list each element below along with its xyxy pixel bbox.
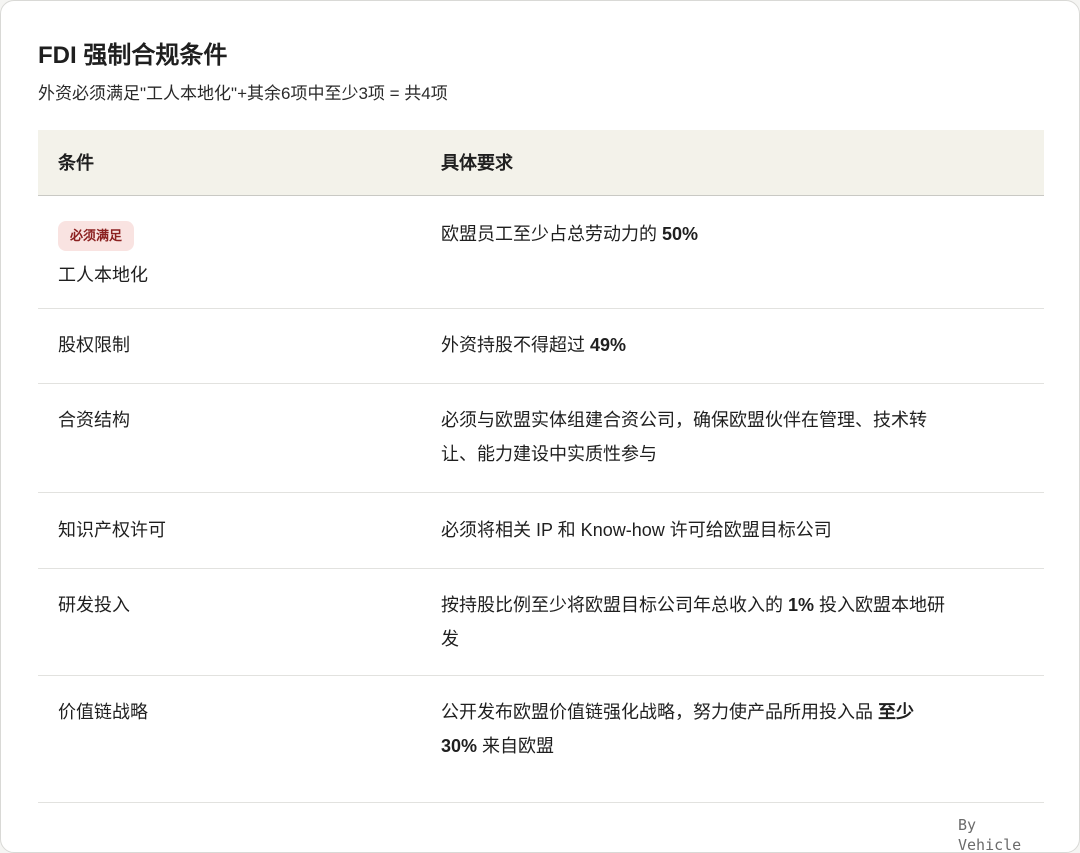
attribution-brand: Vehicle [958, 836, 1022, 853]
requirement-cell: 欧盟员工至少占总劳动力的 50% [441, 217, 1021, 251]
requirement-cell: 公开发布欧盟价值链强化战略，努力使产品所用投入品 至少 30% 来自欧盟 [441, 695, 1021, 763]
requirement-text: 外资持股不得超过 [441, 335, 591, 355]
condition-label: 研发投入 [58, 595, 130, 615]
page-subtitle: 外资必须满足"工人本地化"+其余6项中至少3项 = 共4项 [38, 84, 448, 103]
requirement-highlight: 50% [662, 224, 699, 244]
attribution: By Vehicle [958, 815, 1022, 853]
condition-label: 工人本地化 [58, 265, 148, 285]
table-row: 合资结构 必须与欧盟实体组建合资公司，确保欧盟伙伴在管理、技术转 让、能力建设中… [38, 384, 1044, 493]
requirement-cell: 外资持股不得超过 49% [441, 328, 1021, 362]
requirement-text: 投入欧盟本地研 [814, 595, 946, 615]
conditions-table: 条件 具体要求 必须满足 工人本地化 欧盟员工至少占总劳动力的 50% 股权限制… [38, 130, 1044, 803]
attribution-by: By [958, 816, 977, 834]
requirement-highlight: 30% [441, 736, 478, 756]
table-row: 知识产权许可 必须将相关 IP 和 Know-how 许可给欧盟目标公司 [38, 493, 1044, 569]
requirement-line: 必须与欧盟实体组建合资公司，确保欧盟伙伴在管理、技术转 [441, 410, 927, 430]
requirement-text: 来自欧盟 [477, 736, 555, 756]
requirement-text: 欧盟员工至少占总劳动力的 [441, 224, 662, 244]
table-row: 价值链战略 公开发布欧盟价值链强化战略，努力使产品所用投入品 至少 30% 来自… [38, 676, 1044, 803]
requirement-cell: 必须与欧盟实体组建合资公司，确保欧盟伙伴在管理、技术转 让、能力建设中实质性参与 [441, 403, 1021, 471]
condition-label: 合资结构 [58, 410, 130, 430]
condition-label: 价值链战略 [58, 702, 148, 722]
table-row: 必须满足 工人本地化 欧盟员工至少占总劳动力的 50% [38, 196, 1044, 309]
requirement-highlight: 至少 [878, 702, 914, 722]
requirement-text: 公开发布欧盟价值链强化战略，努力使产品所用投入品 [441, 702, 878, 722]
page-title: FDI 强制合规条件 [38, 42, 228, 69]
compliance-card: FDI 强制合规条件 外资必须满足"工人本地化"+其余6项中至少3项 = 共4项… [0, 0, 1080, 853]
table-header: 条件 具体要求 [38, 130, 1044, 196]
condition-label: 知识产权许可 [58, 520, 166, 540]
requirement-highlight: 1% [788, 595, 815, 615]
requirement-text: 必须将相关 IP 和 Know-how 许可给欧盟目标公司 [441, 520, 832, 540]
header-requirement: 具体要求 [441, 153, 513, 173]
requirement-cell: 按持股比例至少将欧盟目标公司年总收入的 1% 投入欧盟本地研 发 [441, 588, 1021, 656]
table-row: 股权限制 外资持股不得超过 49% [38, 309, 1044, 384]
condition-cell: 必须满足 工人本地化 [58, 217, 418, 292]
requirement-highlight: 49% [590, 335, 627, 355]
header-condition: 条件 [58, 153, 94, 173]
requirement-line: 发 [441, 629, 459, 649]
table-row: 研发投入 按持股比例至少将欧盟目标公司年总收入的 1% 投入欧盟本地研 发 [38, 569, 1044, 676]
requirement-text: 按持股比例至少将欧盟目标公司年总收入的 [441, 595, 788, 615]
requirement-line: 让、能力建设中实质性参与 [441, 444, 657, 464]
condition-label: 股权限制 [58, 335, 130, 355]
required-badge: 必须满足 [58, 221, 135, 251]
